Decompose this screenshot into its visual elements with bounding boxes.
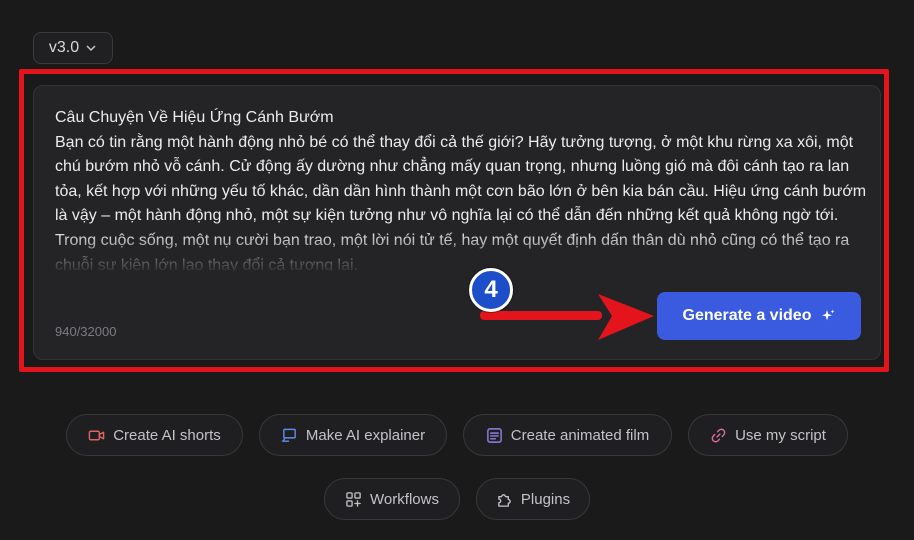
presentation-icon <box>281 428 296 442</box>
plugins-label: Plugins <box>520 490 571 508</box>
workflows-label: Workflows <box>370 490 439 508</box>
use-my-script-button[interactable]: Use my script <box>688 414 848 456</box>
grid-plus-icon <box>346 491 361 507</box>
create-animated-film-button[interactable]: Create animated film <box>463 414 672 456</box>
puzzle-icon <box>498 493 511 507</box>
create-animated-film-label: Create animated film <box>510 426 650 444</box>
use-my-script-label: Use my script <box>735 426 826 444</box>
make-ai-explainer-label: Make AI explainer <box>305 426 426 444</box>
link-icon <box>711 428 726 442</box>
make-ai-explainer-button[interactable]: Make AI explainer <box>259 414 447 456</box>
chevron-down-icon <box>86 45 96 52</box>
version-selector[interactable]: v3.0 <box>33 32 113 64</box>
create-ai-shorts-label: Create AI shorts <box>113 426 221 444</box>
step-number-badge: 4 <box>469 268 513 312</box>
highlight-frame <box>19 69 889 372</box>
workflows-button[interactable]: Workflows <box>324 478 460 520</box>
video-camera-icon <box>88 430 105 440</box>
version-label: v3.0 <box>48 39 80 56</box>
create-ai-shorts-button[interactable]: Create AI shorts <box>66 414 243 456</box>
plugins-button[interactable]: Plugins <box>476 478 590 520</box>
list-document-icon <box>486 427 502 443</box>
